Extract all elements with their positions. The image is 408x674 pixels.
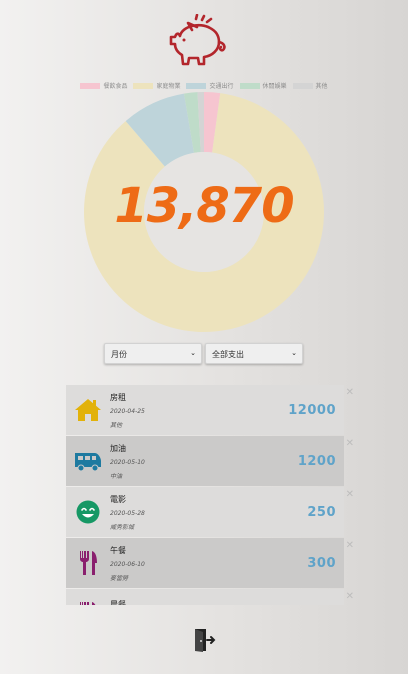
close-icon[interactable]: ✕ [346,540,354,551]
record-date: 2020-06-10 [110,560,145,568]
record-info: 午餐 2020-06-10 麥當勞 [110,545,307,582]
total-amount: 13,870 [114,178,294,234]
list-item[interactable]: 電影 2020-05-28 威秀影城 250 ✕ [66,487,354,537]
fork-knife-icon [66,538,110,588]
legend-label: 交通出行 [209,83,234,90]
legend-item[interactable]: 餐飲食品 [80,81,127,90]
record-name: 加油 [110,443,126,453]
record-note: 其他 [110,421,123,429]
record-name: 電影 [110,494,126,504]
chart-legend: 餐飲食品 家庭物業 交通出行 休閒娛樂 其他 [0,81,408,90]
close-icon[interactable]: ✕ [346,489,354,500]
record-name: 午餐 [110,545,126,555]
list-item[interactable]: 晨餐 ✕ [66,589,354,605]
record-info: 晨餐 [110,589,344,605]
legend-swatch [133,82,154,89]
legend-label: 休閒娛樂 [262,83,287,90]
filter-bar: 月份 ⌄ 全部支出 ⌄ [104,343,303,364]
piggy-bank-icon [169,14,226,66]
chevron-down-icon: ⌄ [190,349,196,357]
period-select-value: 月份 [111,350,127,359]
smile-icon [66,487,110,537]
type-select-value: 全部支出 [212,350,244,359]
logout-icon[interactable] [192,627,218,653]
legend-item[interactable]: 其他 [292,81,328,90]
record-note: 中油 [110,472,123,480]
record-amount: 12000 [288,402,336,418]
legend-label: 餐飲食品 [103,83,128,90]
legend-swatch [239,82,260,89]
legend-label: 其他 [315,83,328,90]
list-item[interactable]: 午餐 2020-06-10 麥當勞 300 ✕ [66,538,354,588]
record-amount: 250 [307,504,336,520]
record-info: 加油 2020-05-10 中油 [110,443,298,480]
legend-swatch [80,82,101,89]
fork-knife-icon [66,589,110,605]
legend-item[interactable]: 交通出行 [186,81,234,90]
record-amount: 300 [307,555,336,571]
legend-swatch [186,82,207,89]
legend-swatch [292,82,313,89]
close-icon[interactable]: ✕ [346,387,354,398]
record-date: 2020-05-10 [110,458,145,466]
record-name: 晨餐 [110,600,126,605]
record-amount: 1200 [297,453,336,469]
legend-item[interactable]: 家庭物業 [133,81,180,90]
record-info: 電影 2020-05-28 威秀影城 [110,494,307,531]
record-name: 房租 [110,392,126,402]
period-select[interactable]: 月份 ⌄ [104,343,202,364]
record-note: 威秀影城 [110,523,135,531]
legend-label: 家庭物業 [156,83,181,90]
record-date: 2020-05-28 [110,509,145,517]
close-icon[interactable]: ✕ [346,591,354,602]
house-icon [66,385,110,435]
list-item[interactable]: 加油 2020-05-10 中油 1200 ✕ [66,436,354,486]
legend-item[interactable]: 休閒娛樂 [239,81,287,90]
van-icon [66,436,110,486]
record-info: 房租 2020-04-25 其他 [110,392,288,429]
chevron-down-icon: ⌄ [291,349,297,357]
close-icon[interactable]: ✕ [346,438,354,449]
type-select[interactable]: 全部支出 ⌄ [205,343,303,364]
list-item[interactable]: 房租 2020-04-25 其他 12000 ✕ [66,385,354,435]
record-list[interactable]: 房租 2020-04-25 其他 12000 ✕ 加油 2020-05-10 中… [66,385,356,605]
record-date: 2020-04-25 [110,407,145,415]
record-note: 麥當勞 [110,574,129,582]
